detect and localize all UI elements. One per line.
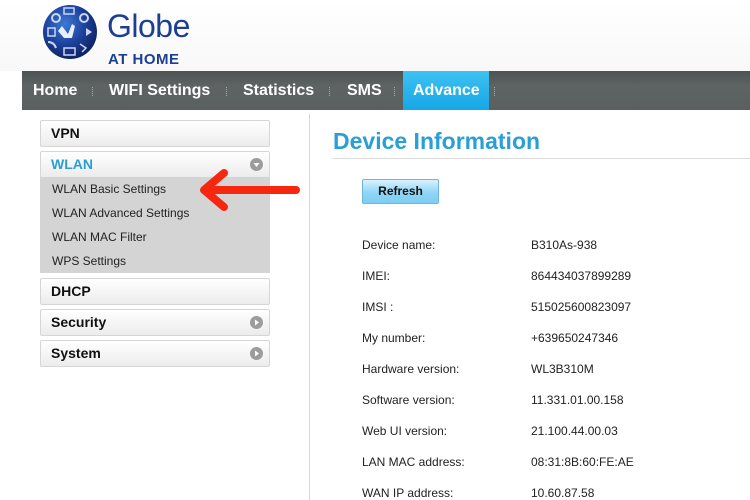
info-value: +639650247346: [531, 331, 619, 345]
sidebar-item-label: VPN: [51, 125, 80, 141]
nav-sms[interactable]: SMS: [347, 71, 382, 110]
chevron-right-icon: [250, 316, 263, 329]
sidebar-item-security[interactable]: Security: [40, 309, 270, 336]
info-value: B310As-938: [531, 238, 598, 252]
sidebar-item-label: DHCP: [51, 283, 91, 299]
info-label: IMSI :: [362, 300, 394, 314]
nav-advance[interactable]: Advance: [403, 71, 489, 110]
info-value: 10.60.87.58: [531, 486, 595, 500]
submenu-wlan-advanced-settings[interactable]: WLAN Advanced Settings: [52, 206, 189, 220]
nav-separator: [92, 87, 93, 96]
red-arrow-annotation-icon: [200, 169, 300, 211]
info-label: Hardware version:: [362, 362, 460, 376]
sidebar-item-label: WLAN: [51, 156, 93, 172]
info-value: 11.331.01.00.158: [531, 393, 624, 407]
sidebar-item-dhcp[interactable]: DHCP: [40, 278, 270, 305]
main-nav: Home WIFI Settings Statistics SMS Advanc…: [22, 71, 750, 110]
info-label: WAN IP address:: [362, 486, 454, 500]
nav-separator: [329, 87, 330, 96]
info-label: Device name:: [362, 238, 436, 252]
nav-separator: [226, 87, 227, 96]
page-title: Device Information: [333, 128, 541, 154]
nav-statistics[interactable]: Statistics: [243, 71, 314, 110]
info-value: 515025600823097: [531, 300, 632, 314]
info-value: WL3B310M: [531, 362, 594, 376]
sidebar-item-system[interactable]: System: [40, 340, 270, 367]
sidebar-item-vpn[interactable]: VPN: [40, 120, 270, 147]
info-value: 21.100.44.00.03: [531, 424, 618, 438]
nav-home[interactable]: Home: [33, 71, 77, 110]
submenu-wlan-basic-settings[interactable]: WLAN Basic Settings: [52, 182, 166, 196]
info-value: 864434037899289: [531, 269, 632, 283]
info-value: 08:31:8B:60:FE:AE: [531, 455, 634, 469]
globe-logo-icon: [43, 5, 97, 59]
info-label: IMEI:: [362, 269, 391, 283]
brand-tagline: AT HOME: [108, 51, 180, 68]
info-label: LAN MAC address:: [362, 455, 465, 469]
info-label: Web UI version:: [362, 424, 448, 438]
info-label: Software version:: [362, 393, 455, 407]
nav-separator: [394, 87, 395, 96]
title-divider: [332, 158, 750, 159]
nav-wifi-settings[interactable]: WIFI Settings: [109, 71, 210, 110]
sidebar-item-label: System: [51, 345, 101, 361]
chevron-right-icon: [250, 347, 263, 360]
submenu-wps-settings[interactable]: WPS Settings: [52, 254, 126, 268]
submenu-wlan-mac-filter[interactable]: WLAN MAC Filter: [52, 230, 147, 244]
brand-name: Globe: [107, 8, 190, 44]
refresh-button[interactable]: Refresh: [362, 179, 439, 204]
vertical-divider: [309, 114, 310, 500]
info-label: My number:: [362, 331, 426, 345]
header: Globe AT HOME: [0, 0, 750, 71]
nav-separator: [494, 87, 495, 96]
sidebar-item-label: Security: [51, 314, 107, 330]
